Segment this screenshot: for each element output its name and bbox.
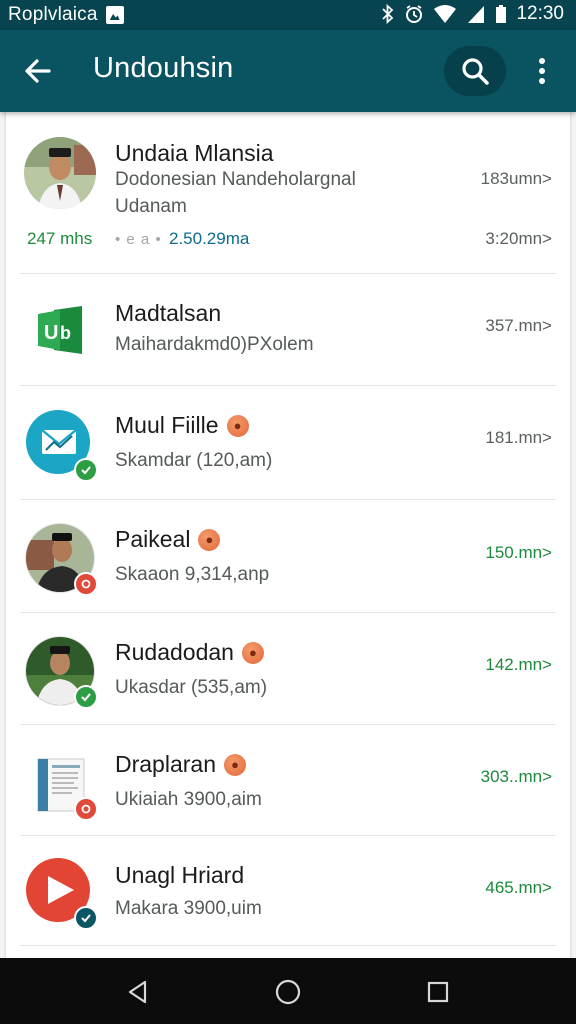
list-item[interactable]: Rudadodan ● Ukasdar (535,am) 142.mn> bbox=[6, 613, 570, 725]
warning-dot-icon: ● bbox=[224, 753, 246, 776]
avatar bbox=[24, 137, 96, 209]
item-subtitle: Dodonesian Nandeholargnal bbox=[115, 169, 356, 190]
item-subtitle: Skamdar (120,am) bbox=[115, 450, 273, 471]
more-options-button[interactable] bbox=[522, 49, 562, 93]
person-photo-icon bbox=[24, 137, 96, 209]
item-meta: 142.mn> bbox=[485, 655, 552, 674]
image-notification-icon bbox=[105, 6, 124, 24]
item-meta: 183umn> bbox=[480, 169, 552, 188]
item-title-text: Undaia Mlansia bbox=[115, 140, 274, 166]
check-badge-icon bbox=[74, 906, 98, 930]
list-item[interactable]: Undaia Mlansia Dodonesian Nandeholargnal… bbox=[6, 112, 570, 274]
nav-recents-button[interactable] bbox=[418, 972, 458, 1012]
nav-back-icon bbox=[128, 980, 147, 1004]
warning-dot-icon: ● bbox=[198, 528, 221, 551]
item-meta: 181.mn> bbox=[485, 428, 552, 447]
item-subtitle: Maihardakmd0)PXolem bbox=[115, 334, 314, 355]
list-item[interactable]: U b Madtalsan Maihardakmd0)PXolem 357.mn… bbox=[6, 274, 570, 386]
item-title: Paikeal ● bbox=[115, 526, 221, 553]
list-item[interactable]: Draplaran ● Ukiaiah 3900,aim 303..mn> bbox=[6, 725, 570, 836]
item-title-text: Unagl Hriard bbox=[115, 862, 245, 888]
wifi-icon bbox=[434, 5, 457, 23]
carrier-text: Roplvlaica bbox=[8, 4, 98, 25]
downloads-list: Undaia Mlansia Dodonesian Nandeholargnal… bbox=[6, 112, 570, 958]
item-title-text: Draplaran bbox=[115, 751, 216, 777]
item-title-text: Paikeal bbox=[115, 526, 191, 552]
item-title: Rudadodan ● bbox=[115, 639, 264, 666]
item-meta: 357.mn> bbox=[485, 316, 552, 335]
svg-text:U: U bbox=[44, 322, 58, 344]
page-title: Undouhsin bbox=[93, 52, 234, 84]
bluetooth-icon bbox=[382, 4, 394, 24]
status-time: 12:30 bbox=[516, 3, 564, 24]
arrow-left-icon bbox=[25, 59, 51, 83]
app-bar: Undouhsin bbox=[0, 30, 576, 112]
screen: Roplvlaica 12:30 Undouhsin Undaia Mlansi… bbox=[0, 0, 576, 1024]
alert-badge-icon bbox=[74, 797, 98, 821]
stat-blue: 2.50.29ma bbox=[169, 229, 250, 248]
item-subtitle: Skaaon 9,314,anp bbox=[115, 564, 270, 585]
item-subtitle: Ukasdar (535,am) bbox=[115, 677, 268, 698]
nav-home-icon bbox=[275, 979, 301, 1005]
back-button[interactable] bbox=[16, 49, 60, 93]
search-icon bbox=[462, 58, 489, 85]
item-meta-2: 3:20mn> bbox=[485, 229, 552, 248]
status-right: 12:30 bbox=[381, 3, 564, 25]
item-subtitle-2: Udanam bbox=[115, 196, 187, 217]
item-meta: 465.mn> bbox=[485, 878, 552, 897]
svg-text:b: b bbox=[60, 323, 71, 343]
check-badge-icon bbox=[74, 685, 98, 709]
status-bar: Roplvlaica 12:30 bbox=[0, 0, 576, 30]
excel-app-icon: U b bbox=[38, 306, 82, 354]
divider bbox=[20, 945, 556, 946]
list-item[interactable]: Unagl Hriard Makara 3900,uim 465.mn> bbox=[6, 836, 570, 946]
search-button[interactable] bbox=[444, 46, 506, 96]
item-meta: 303..mn> bbox=[480, 767, 552, 786]
item-title: Unagl Hriard bbox=[115, 862, 244, 889]
alarm-icon bbox=[406, 5, 423, 23]
nav-home-button[interactable] bbox=[268, 972, 308, 1012]
item-subtitle: Ukiaiah 3900,aim bbox=[115, 789, 262, 810]
item-title: Draplaran ● bbox=[115, 751, 246, 778]
alert-badge-icon bbox=[74, 572, 98, 596]
item-title: Madtalsan bbox=[115, 300, 221, 327]
list-item[interactable]: Paikeal ● Skaaon 9,314,anp 150.mn> bbox=[6, 500, 570, 613]
warning-dot-icon: ● bbox=[226, 414, 249, 437]
item-meta: 150.mn> bbox=[485, 543, 552, 562]
avatar bbox=[24, 408, 98, 482]
avatar bbox=[24, 856, 98, 930]
item-title: Undaia Mlansia bbox=[115, 140, 274, 167]
warning-dot-icon: ● bbox=[241, 641, 264, 664]
item-subtitle: Makara 3900,uim bbox=[115, 898, 262, 919]
avatar bbox=[24, 747, 98, 821]
item-title-text: Madtalsan bbox=[115, 300, 222, 326]
check-badge-icon bbox=[74, 458, 98, 482]
more-vert-icon bbox=[539, 58, 545, 84]
avatar bbox=[24, 522, 98, 596]
stat-faded: • e a • bbox=[115, 231, 162, 248]
item-title-text: Rudadodan bbox=[115, 639, 234, 665]
nav-back-button[interactable] bbox=[118, 972, 158, 1012]
nav-recents-icon bbox=[427, 981, 449, 1003]
system-nav-bar bbox=[0, 958, 576, 1024]
stat-green: 247 mhs bbox=[27, 229, 93, 248]
avatar: U b bbox=[24, 294, 96, 366]
list-item[interactable]: Muul Fiille ● Skamdar (120,am) 181.mn> bbox=[6, 386, 570, 500]
battery-icon bbox=[496, 5, 507, 23]
signal-icon bbox=[468, 6, 485, 23]
status-left: Roplvlaica bbox=[8, 4, 124, 26]
item-title: Muul Fiille ● bbox=[115, 412, 249, 439]
avatar bbox=[24, 635, 98, 709]
item-title-text: Muul Fiille bbox=[115, 412, 219, 438]
